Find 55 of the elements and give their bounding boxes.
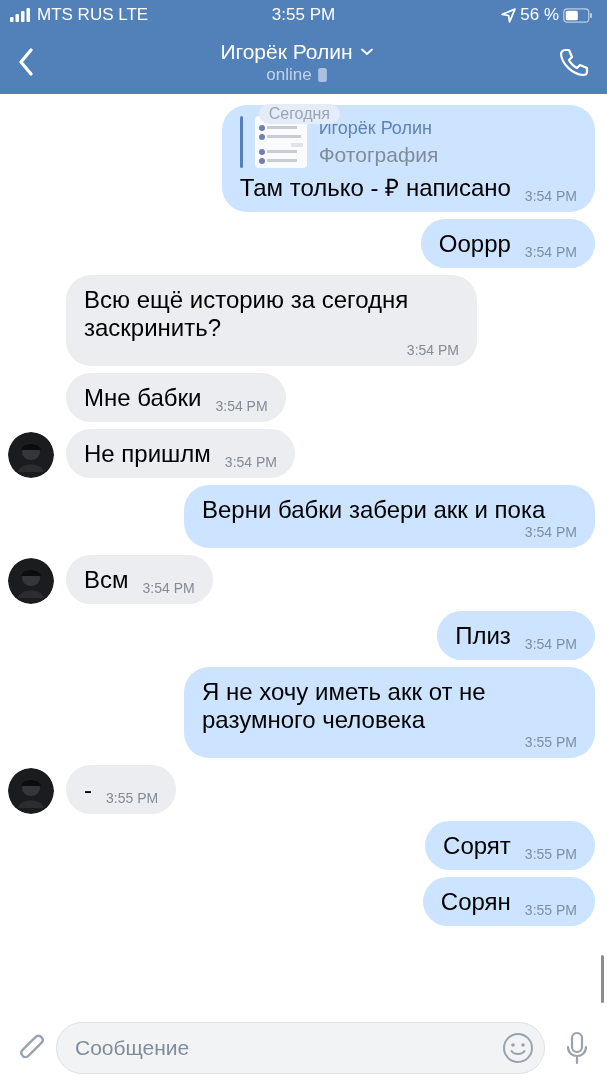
- call-icon[interactable]: [559, 47, 589, 77]
- message-text: Верни бабки забери акк и пока: [202, 496, 546, 524]
- message-bubble[interactable]: Всю ещё историю за сегодня заскринить? 3:54 PM: [66, 275, 477, 366]
- message-time: 3:55 PM: [105, 790, 159, 806]
- message-bubble[interactable]: Сорят 3:55 PM: [425, 821, 595, 870]
- phone-device-icon: [317, 67, 327, 82]
- battery-icon: [563, 7, 593, 23]
- message-time: 3:54 PM: [523, 188, 577, 204]
- carrier-label: MTS RUS LTE: [37, 5, 149, 25]
- message-bubble[interactable]: Не пришлм 3:54 PM: [66, 429, 295, 478]
- message-bubble[interactable]: Всм 3:54 PM: [66, 555, 213, 604]
- message-time: 3:54 PM: [214, 398, 268, 414]
- message-text: Плиз: [455, 622, 511, 650]
- message-time: 3:54 PM: [223, 454, 277, 470]
- contact-name[interactable]: Игорёк Ролин: [220, 39, 353, 64]
- message-text: Я не хочу иметь акк от не разумного человека: [202, 678, 487, 734]
- message-bubble[interactable]: - 3:55 PM: [66, 765, 177, 814]
- message-text: Мне бабки: [84, 384, 202, 412]
- message-bubble[interactable]: Ооррр 3:54 PM: [420, 219, 595, 268]
- avatar[interactable]: [8, 768, 54, 814]
- message-bubble[interactable]: Сорян 3:55 PM: [422, 877, 595, 926]
- message-bubble[interactable]: Мне бабки 3:54 PM: [66, 373, 286, 422]
- message-text: Не пришлм: [84, 440, 211, 468]
- back-icon[interactable]: [18, 48, 34, 76]
- message-bubble[interactable]: Я не хочу иметь акк от не разумного человека 3:55 PM: [184, 667, 595, 758]
- emoji-icon[interactable]: [502, 1031, 534, 1064]
- message-text: -: [84, 776, 92, 804]
- avatar[interactable]: [8, 432, 54, 478]
- message-text: Там только - ₽ написано: [239, 174, 511, 202]
- message-time: 3:54 PM: [405, 342, 459, 358]
- message-time: 3:54 PM: [523, 244, 577, 260]
- location-icon: [501, 7, 517, 23]
- avatar[interactable]: [8, 558, 54, 604]
- message-time: 3:54 PM: [141, 580, 195, 596]
- microphone-icon[interactable]: [565, 1030, 589, 1065]
- message-text: Всю ещё историю за сегодня заскринить?: [84, 286, 410, 342]
- online-status: online: [266, 64, 312, 85]
- date-badge: Сегодня: [258, 104, 340, 124]
- chevron-down-icon[interactable]: [360, 47, 373, 56]
- signal-icon: [10, 8, 32, 22]
- message-text: Сорян: [440, 888, 511, 916]
- message-text: Ооррр: [438, 230, 511, 258]
- status-time: 3:55 PM: [271, 5, 336, 25]
- message-bubble[interactable]: Верни бабки забери акк и пока 3:54 PM: [184, 485, 595, 548]
- message-time: 3:55 PM: [523, 846, 577, 862]
- reply-type: Фотография: [318, 142, 439, 167]
- message-time: 3:54 PM: [523, 636, 577, 652]
- message-time: 3:55 PM: [523, 902, 577, 918]
- message-field[interactable]: Сообщение: [56, 1021, 545, 1074]
- message-text: Всм: [84, 566, 129, 594]
- message-time: 3:55 PM: [523, 734, 577, 750]
- message-time: 3:54 PM: [523, 524, 577, 540]
- message-text: Сорят: [443, 832, 511, 860]
- battery-percent: 56 %: [520, 5, 559, 25]
- message-bubble[interactable]: Плиз 3:54 PM: [437, 611, 595, 660]
